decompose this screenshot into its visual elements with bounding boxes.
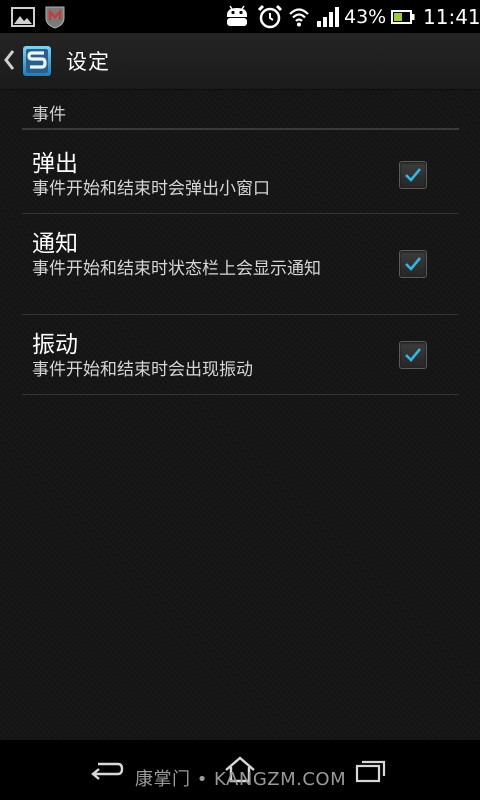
recent-apps-icon[interactable] [355, 759, 387, 787]
preference-row-vibrate[interactable]: 振动 事件开始和结束时会出现振动 [22, 315, 459, 395]
action-bar: 设定 [0, 33, 480, 90]
battery-icon [391, 0, 415, 33]
clock-time: 11:41 [423, 4, 480, 29]
navigation-bar: 康掌门 • KANGZM.COM [0, 740, 480, 800]
mcafee-icon [44, 0, 66, 33]
preference-row-popup[interactable]: 弹出 事件开始和结束时会弹出小窗口 [22, 134, 459, 214]
chevron-left-icon[interactable] [2, 47, 16, 77]
signal-icon [316, 0, 340, 33]
android-icon [224, 0, 250, 33]
status-bar: 43% 11:41 [0, 0, 480, 33]
wifi-icon [288, 0, 310, 33]
section-divider [22, 128, 459, 130]
preference-summary: 事件开始和结束时会弹出小窗口 [32, 179, 270, 199]
alarm-icon [257, 0, 283, 33]
page-title: 设定 [66, 50, 110, 74]
settings-content: 事件 弹出 事件开始和结束时会弹出小窗口 通知 事件开始和结束时状态栏上会显示通… [0, 90, 480, 740]
preference-title: 弹出 [32, 151, 78, 177]
preference-summary: 事件开始和结束时状态栏上会显示通知 [32, 259, 321, 279]
gallery-icon [11, 0, 35, 33]
vibrate-checkbox[interactable] [399, 341, 427, 369]
preference-title: 通知 [32, 231, 78, 257]
battery-percent: 43% [344, 5, 387, 28]
preference-summary: 事件开始和结束时会出现振动 [32, 360, 253, 380]
notification-checkbox[interactable] [399, 250, 427, 278]
preference-title: 振动 [32, 332, 78, 358]
watermark: 康掌门 • KANGZM.COM [135, 769, 347, 790]
popup-checkbox[interactable] [399, 161, 427, 189]
app-logo-icon[interactable] [20, 44, 54, 82]
back-icon[interactable] [90, 760, 124, 786]
preference-row-notification[interactable]: 通知 事件开始和结束时状态栏上会显示通知 [22, 214, 459, 315]
section-header: 事件 [32, 105, 66, 125]
